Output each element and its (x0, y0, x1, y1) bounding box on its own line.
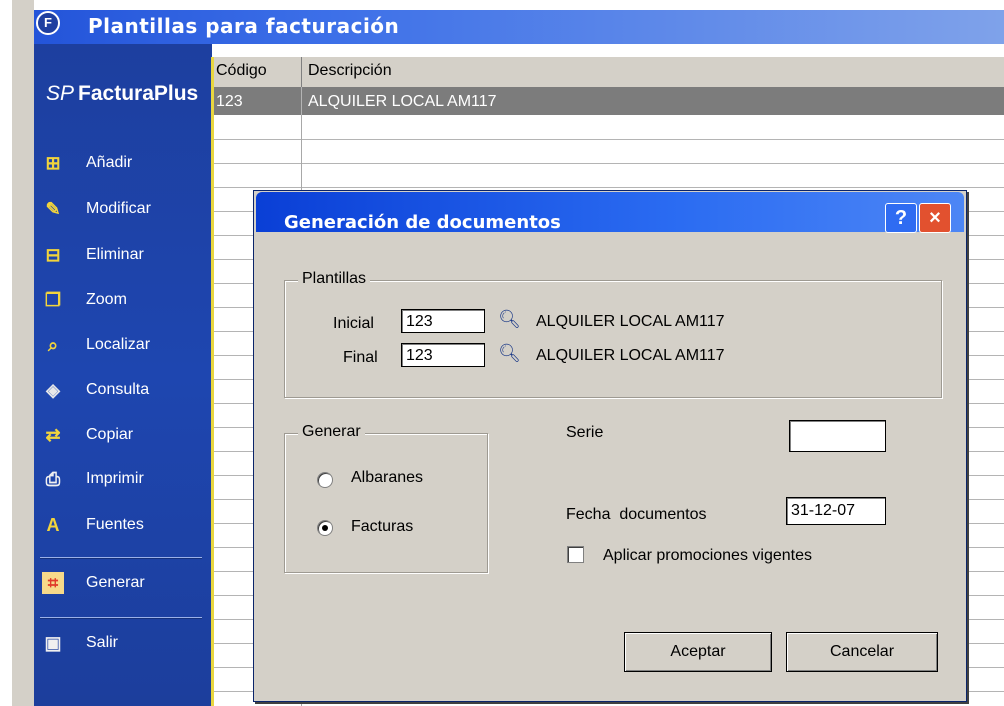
edit-icon: ✎ (45, 199, 61, 219)
brand-prefix: SP (46, 82, 75, 105)
serie-label: Serie (566, 424, 604, 441)
sidebar-item-label: Copiar (86, 426, 134, 443)
fecha-field[interactable]: 31-12-07 (786, 497, 886, 525)
inicial-label: Inicial (333, 315, 374, 332)
sidebar-item-fuentes[interactable]: A Fuentes (42, 512, 202, 542)
facturas-label[interactable]: Facturas (351, 518, 413, 536)
copy-icon: ⇄ (45, 425, 61, 445)
final-description: ALQUILER LOCAL AM117 (536, 347, 725, 364)
sidebar-item-imprimir[interactable]: ⎙ Imprimir (42, 466, 202, 496)
sidebar-item-eliminar[interactable]: ⊟ Eliminar (42, 242, 202, 272)
sidebar-item-label: Imprimir (86, 470, 144, 487)
grid-left-border (211, 57, 214, 706)
app-f-icon: F (36, 11, 60, 35)
inicial-description: ALQUILER LOCAL AM117 (536, 313, 725, 330)
accept-button[interactable]: Aceptar (624, 632, 772, 672)
grid-line (212, 139, 1004, 140)
sidebar-separator (40, 617, 202, 619)
sidebar-item-modificar[interactable]: ✎ Modificar (42, 196, 202, 226)
plantillas-group (284, 280, 942, 398)
brand-logo: SP FacturaPlus (46, 82, 198, 106)
sidebar-item-consulta[interactable]: ◈ Consulta (42, 377, 202, 407)
fecha-label: Fecha documentos (566, 506, 707, 523)
delete-icon: ⊟ (45, 245, 61, 265)
grid-line (212, 163, 1004, 164)
query-icon: ◈ (46, 380, 60, 400)
sidebar-item-label: Localizar (86, 336, 151, 353)
sidebar-item-label: Añadir (86, 154, 133, 171)
generate-icon: ⌗ (42, 572, 64, 594)
sidebar-item-zoom[interactable]: ❐ Zoom (42, 287, 202, 317)
search-icon[interactable]: 🔍︎ (498, 309, 521, 330)
add-icon: ⊞ (45, 153, 61, 173)
cell-descripcion: ALQUILER LOCAL AM117 (308, 93, 497, 110)
final-label: Final (343, 349, 378, 366)
plantillas-legend: Plantillas (298, 270, 371, 288)
dialog-title: Generación de documentos (284, 212, 561, 233)
app-window: F Plantillas para facturación SP FacturaP… (0, 0, 1004, 706)
print-icon: ⎙ (45, 469, 61, 489)
albaranes-label[interactable]: Albaranes (351, 469, 423, 487)
sidebar-item-localizar[interactable]: ⌕ Localizar (42, 332, 202, 362)
generar-legend: Generar (298, 423, 365, 441)
promo-checkbox[interactable] (567, 546, 584, 563)
close-button[interactable]: × (919, 203, 951, 233)
final-field[interactable]: 123 (401, 343, 485, 367)
inicial-field[interactable]: 123 (401, 309, 485, 333)
serie-field[interactable] (789, 420, 886, 452)
sidebar-item-label: Eliminar (86, 246, 144, 263)
promo-label[interactable]: Aplicar promociones vigentes (603, 547, 812, 565)
sidebar-item-label: Consulta (86, 381, 150, 398)
brand-name: FacturaPlus (78, 82, 199, 105)
sidebar-item-label: Fuentes (86, 516, 144, 533)
header-divider (301, 57, 302, 87)
sidebar-item-label: Modificar (86, 200, 151, 217)
window-title: Plantillas para facturación (88, 14, 400, 38)
exit-icon: ▣ (44, 633, 62, 653)
grid-line (212, 187, 1004, 188)
sidebar-item-label: Salir (86, 634, 119, 651)
column-header-descripcion[interactable]: Descripción (308, 62, 392, 80)
cell-codigo: 123 (216, 93, 243, 110)
sidebar-item-salir[interactable]: ▣ Salir (42, 630, 202, 660)
row-divider (301, 87, 302, 115)
fonts-icon: A (46, 515, 60, 535)
sidebar-item-generar[interactable]: ⌗ Generar (42, 570, 202, 600)
sidebar-item-label: Generar (86, 574, 145, 591)
sidebar-item-label: Zoom (86, 291, 127, 308)
sidebar-separator (40, 557, 202, 559)
radio-albaranes[interactable] (317, 472, 333, 488)
sidebar (34, 44, 212, 706)
help-button[interactable]: ? (885, 203, 917, 233)
zoom-icon: ❐ (44, 290, 62, 310)
sidebar-item-copiar[interactable]: ⇄ Copiar (42, 422, 202, 452)
screen-edge (0, 0, 12, 706)
window-border (12, 0, 34, 706)
radio-facturas[interactable] (317, 520, 333, 536)
search-icon[interactable]: 🔍︎ (498, 343, 521, 364)
locate-icon: ⌕ (47, 335, 59, 355)
cancel-button[interactable]: Cancelar (786, 632, 938, 672)
sidebar-item-anadir[interactable]: ⊞ Añadir (42, 150, 202, 180)
column-header-codigo[interactable]: Código (216, 62, 267, 80)
generar-group (284, 433, 488, 573)
